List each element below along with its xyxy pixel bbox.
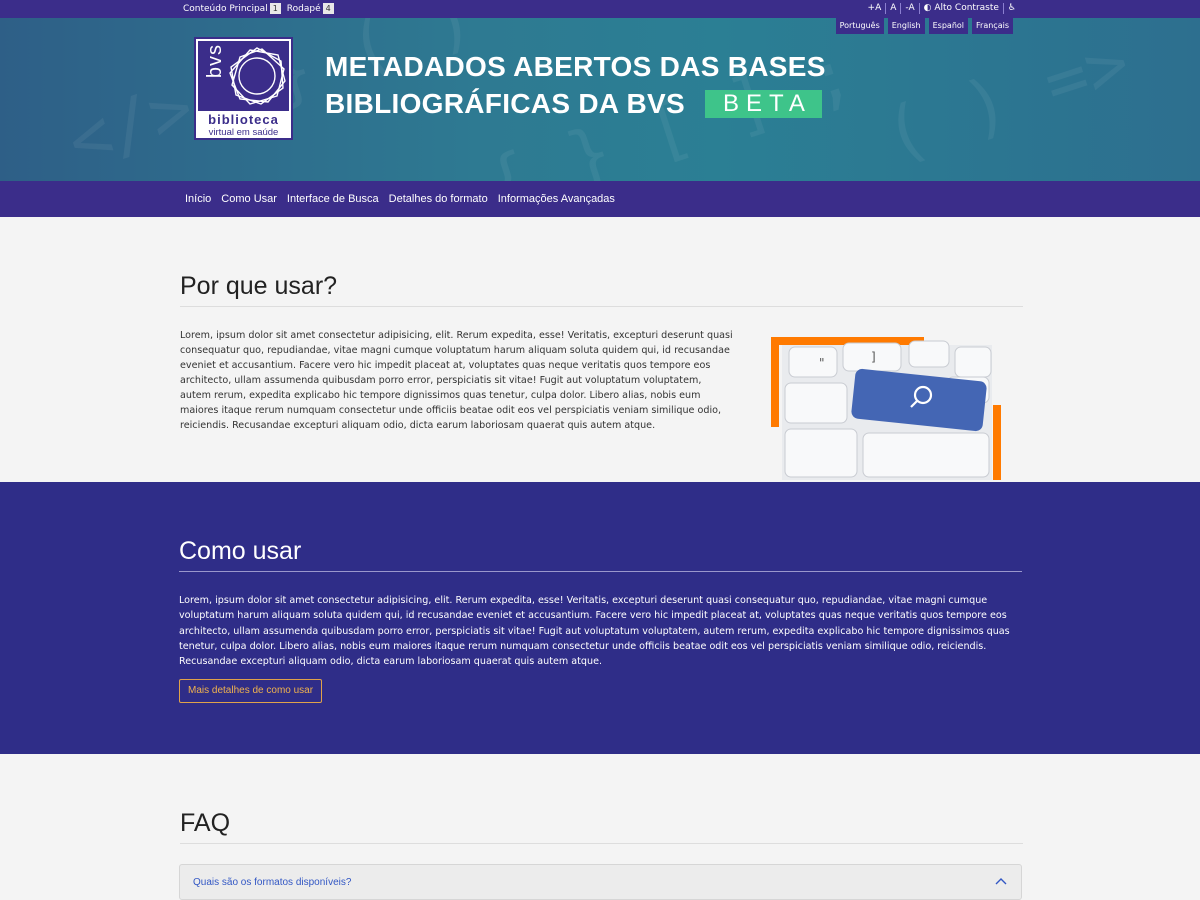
- high-contrast-label: Alto Contraste: [934, 3, 999, 13]
- nav-item-interface-busca[interactable]: Interface de Busca: [282, 181, 384, 217]
- skip-main-link[interactable]: Conteúdo Principal 1: [183, 3, 281, 14]
- lang-es[interactable]: Español: [928, 18, 969, 34]
- why-title: Por que usar?: [180, 272, 338, 300]
- accessibility-icon[interactable]: ♿: [1004, 3, 1020, 14]
- how-title: Como usar: [179, 537, 302, 565]
- skip-main-label: Conteúdo Principal: [183, 4, 268, 14]
- svg-text:": ": [819, 356, 825, 370]
- logo-line1: biblioteca: [208, 112, 279, 127]
- skip-footer-link[interactable]: Rodapé 4: [287, 3, 334, 14]
- language-selector: Português English Español Français: [835, 18, 1013, 34]
- logo-polygon-icon: [229, 47, 286, 105]
- faq-section: FAQ Quais são os formatos disponíveis?: [0, 754, 1200, 900]
- main-navigation: Início Como Usar Interface de Busca Deta…: [0, 181, 1200, 217]
- font-increase-button[interactable]: +A: [864, 3, 887, 14]
- chevron-up-icon: [995, 878, 1007, 885]
- svg-text:]: ]: [871, 350, 876, 364]
- beta-badge: BETA: [704, 90, 822, 118]
- nav-item-informacoes-avancadas[interactable]: Informações Avançadas: [493, 181, 620, 217]
- accessibility-bar: Conteúdo Principal 1 Rodapé 4 +A A -A ◐ Al…: [0, 0, 1200, 18]
- site-title: METADADOS ABERTOS DAS BASES BIBLIOGRÁFIC…: [325, 48, 826, 122]
- nav-item-inicio[interactable]: Início: [180, 181, 216, 217]
- banner-background-decoration: ( ) =>: [873, 20, 1140, 178]
- how-text: Lorem, ipsum dolor sit amet consectetur …: [179, 595, 1010, 668]
- logo-short: bvs: [204, 44, 226, 79]
- why-section: Por que usar? Lorem, ipsum dolor sit ame…: [0, 217, 1200, 482]
- nav-item-como-usar[interactable]: Como Usar: [216, 181, 282, 217]
- lang-fr[interactable]: Français: [972, 18, 1013, 34]
- accessibility-controls: +A A -A ◐ Alto Contraste ♿: [864, 3, 1020, 14]
- contrast-icon: ◐: [923, 3, 932, 13]
- faq-divider: [180, 843, 1023, 844]
- site-title-line2: BIBLIOGRÁFICAS DA BVS: [325, 88, 685, 119]
- skip-main-key: 1: [269, 3, 281, 14]
- more-details-button[interactable]: Mais detalhes de como usar: [179, 679, 323, 703]
- high-contrast-button[interactable]: ◐ Alto Contraste: [920, 3, 1004, 14]
- skip-footer-key: 4: [322, 3, 334, 14]
- bvs-logo[interactable]: bvs biblioteca virtual em saúde: [194, 37, 293, 140]
- lang-en[interactable]: English: [887, 18, 925, 34]
- faq-title: FAQ: [180, 809, 231, 837]
- faq-question: Quais são os formatos disponíveis?: [193, 877, 352, 888]
- font-reset-button[interactable]: A: [886, 3, 902, 14]
- why-text: Lorem, ipsum dolor sit amet consectetur …: [180, 330, 733, 431]
- faq-accordion-item[interactable]: Quais são os formatos disponíveis?: [179, 864, 1022, 900]
- logo-line2: virtual em saúde: [208, 127, 279, 138]
- skip-links: Conteúdo Principal 1 Rodapé 4: [183, 3, 334, 14]
- nav-item-detalhes-formato[interactable]: Detalhes do formato: [384, 181, 493, 217]
- why-divider: [180, 306, 1023, 307]
- logo-mark: bvs: [198, 41, 289, 111]
- skip-footer-label: Rodapé: [286, 4, 321, 14]
- site-title-line1: METADADOS ABERTOS DAS BASES: [325, 51, 826, 82]
- how-divider: [179, 571, 1022, 572]
- keyboard-search-image: " ]: [771, 337, 1001, 480]
- how-section: Como usar Lorem, ipsum dolor sit amet co…: [0, 482, 1200, 754]
- lang-pt[interactable]: Português: [835, 18, 884, 34]
- font-decrease-button[interactable]: -A: [901, 3, 920, 14]
- header-banner: </> {} ( ) { } [ ] ; ( ) => Português En…: [0, 18, 1200, 181]
